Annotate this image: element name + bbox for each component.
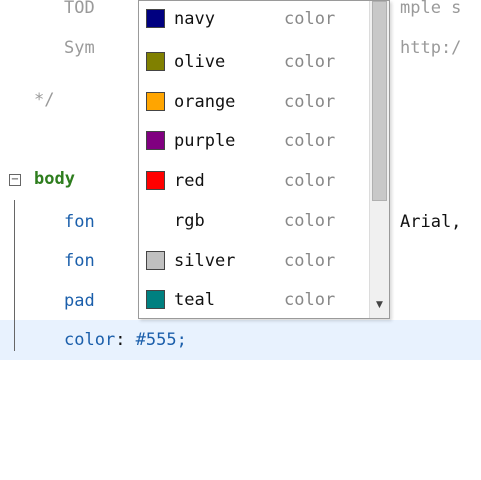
autocomplete-item-navy[interactable]: navy color [139,0,369,39]
autocomplete-popup[interactable]: navy color olive color orange color purp… [138,0,390,319]
item-kind: color [284,131,336,151]
item-name: rgb [174,211,205,231]
css-property: color [64,330,116,350]
css-value: Arial, [400,212,462,232]
code-line-2-left: Sym [64,38,95,58]
autocomplete-item-purple[interactable]: purple color [139,121,369,161]
fold-guide-line [14,200,15,351]
autocomplete-item-olive[interactable]: olive color [139,42,369,82]
item-kind: color [284,92,336,112]
item-name: red [174,171,205,191]
css-property: pad [64,291,95,311]
item-name: navy [174,9,215,29]
comment-end: */ [34,90,55,110]
code-line-8-current[interactable]: color: #555; [0,320,481,360]
color-swatch-icon [146,171,165,190]
item-name: purple [174,131,236,151]
item-kind: color [284,290,336,310]
fold-toggle-icon[interactable]: − [9,174,21,186]
autocomplete-item-orange[interactable]: orange color [139,82,369,122]
autocomplete-item-silver[interactable]: silver color [139,241,369,281]
item-name: orange [174,92,236,112]
item-kind: color [284,211,336,231]
css-property: fon [64,212,95,232]
color-swatch-icon [146,131,165,150]
item-kind: color [284,52,336,72]
code-line-2-right: http:/ [400,38,462,58]
css-selector: body [34,169,75,189]
color-swatch-icon [146,290,165,309]
item-name: silver [174,251,236,271]
scroll-down-arrow-icon[interactable]: ▼ [370,298,389,312]
color-swatch-icon [146,92,165,111]
item-name: teal [174,290,215,310]
color-swatch-icon [146,52,165,71]
color-swatch-icon [146,251,165,270]
popup-scrollbar[interactable]: ▼ [369,1,389,318]
color-swatch-icon [146,9,165,28]
item-name: olive [174,52,226,72]
autocomplete-item-rgb[interactable]: rgb color [139,201,369,241]
autocomplete-item-teal[interactable]: teal color [139,280,369,320]
scrollbar-thumb[interactable] [372,1,387,201]
item-kind: color [284,251,336,271]
css-separator: : [115,330,136,350]
color-swatch-icon [146,211,165,230]
code-line-1-right: mple s [400,0,462,18]
css-property: fon [64,251,95,271]
item-kind: color [284,9,336,29]
item-kind: color [284,171,336,191]
autocomplete-item-red[interactable]: red color [139,161,369,201]
code-line-1-left: TOD [64,0,95,18]
